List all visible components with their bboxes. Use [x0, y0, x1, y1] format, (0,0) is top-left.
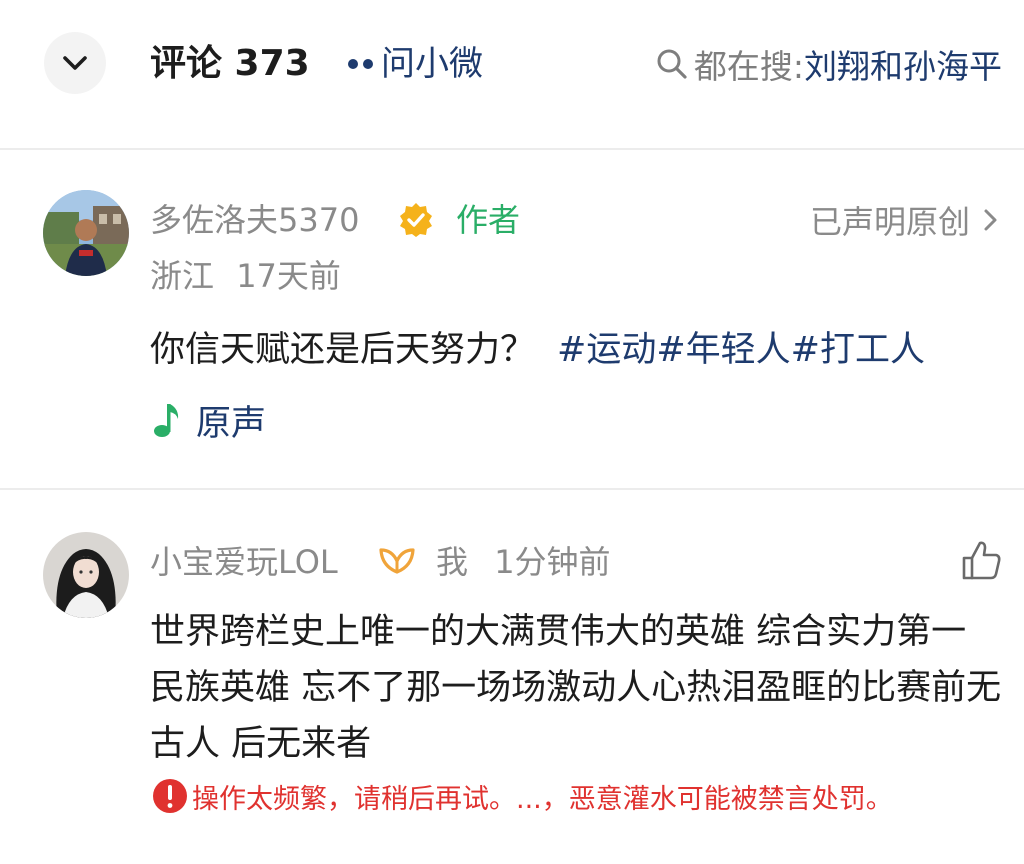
- post-time: 17天前: [236, 257, 341, 295]
- original-sound-link[interactable]: 原声: [152, 396, 266, 444]
- post-meta: 浙江 17天前: [150, 254, 341, 298]
- rate-limit-error: 操作太频繁，请稍后再试。...，恶意灌水可能被禁言处罚。: [152, 776, 893, 816]
- search-term: 刘翔和孙海平: [804, 47, 1002, 86]
- chevron-right-icon: [984, 209, 997, 231]
- comment-text: 世界跨栏史上唯一的大满贯伟大的英雄 综合实力第一 民族英雄 忘不了那一场场激动人…: [150, 612, 1002, 764]
- post-location: 浙江: [150, 257, 215, 295]
- commenter-avatar-image: [43, 532, 129, 618]
- ask-xiaowei-label: 问小微: [381, 44, 483, 84]
- search-icon: [657, 49, 687, 79]
- rate-limit-error-text: 操作太频繁，请稍后再试。...，恶意灌水可能被禁言处罚。: [192, 783, 893, 815]
- comment-me-label: 我: [436, 543, 469, 581]
- trending-search-link[interactable]: 都在搜: 刘翔和孙海平: [656, 40, 1002, 88]
- comments-page: 评论 373 问小微 都在搜: 刘翔和孙海平 多佐洛夫5370 作者 已声明原创…: [0, 0, 1024, 864]
- ai-dots-icon: [348, 59, 373, 69]
- post-divider: [0, 488, 1024, 490]
- post-hashtags[interactable]: #运动#年轻人#打工人: [557, 330, 925, 370]
- post-text: 你信天赋还是后天努力？ #运动#年轻人#打工人: [150, 326, 925, 374]
- header-divider: [0, 148, 1024, 150]
- verified-badge-icon: [400, 203, 432, 237]
- search-prefix: 都在搜:: [693, 47, 804, 86]
- author-username[interactable]: 多佐洛夫5370: [150, 198, 359, 242]
- comment-time: 1分钟前: [494, 543, 611, 581]
- author-avatar-image: [43, 190, 129, 276]
- error-icon: [153, 779, 187, 813]
- ask-xiaowei-button[interactable]: 问小微: [348, 40, 483, 88]
- like-icon[interactable]: [960, 538, 1002, 582]
- collapse-button[interactable]: [44, 32, 106, 94]
- music-note-icon: [154, 404, 179, 437]
- commenter-avatar[interactable]: [43, 532, 129, 618]
- author-tag: 作者: [456, 201, 521, 239]
- comment-meta: 我 1分钟前: [436, 540, 611, 584]
- original-claim-label: 已声明原创: [809, 203, 970, 241]
- comments-count-title: 评论 373: [150, 43, 310, 84]
- post-caption: 你信天赋还是后天努力？: [150, 330, 536, 370]
- commenter-username[interactable]: 小宝爱玩LOL: [150, 540, 338, 584]
- original-claim-link[interactable]: 已声明原创: [810, 198, 1002, 242]
- member-badge-icon: [379, 548, 415, 574]
- chevron-down-icon: [63, 56, 87, 70]
- comments-header: 评论 373 问小微 都在搜: 刘翔和孙海平: [0, 0, 1024, 130]
- author-avatar[interactable]: [43, 190, 129, 276]
- original-sound-label: 原声: [196, 403, 267, 444]
